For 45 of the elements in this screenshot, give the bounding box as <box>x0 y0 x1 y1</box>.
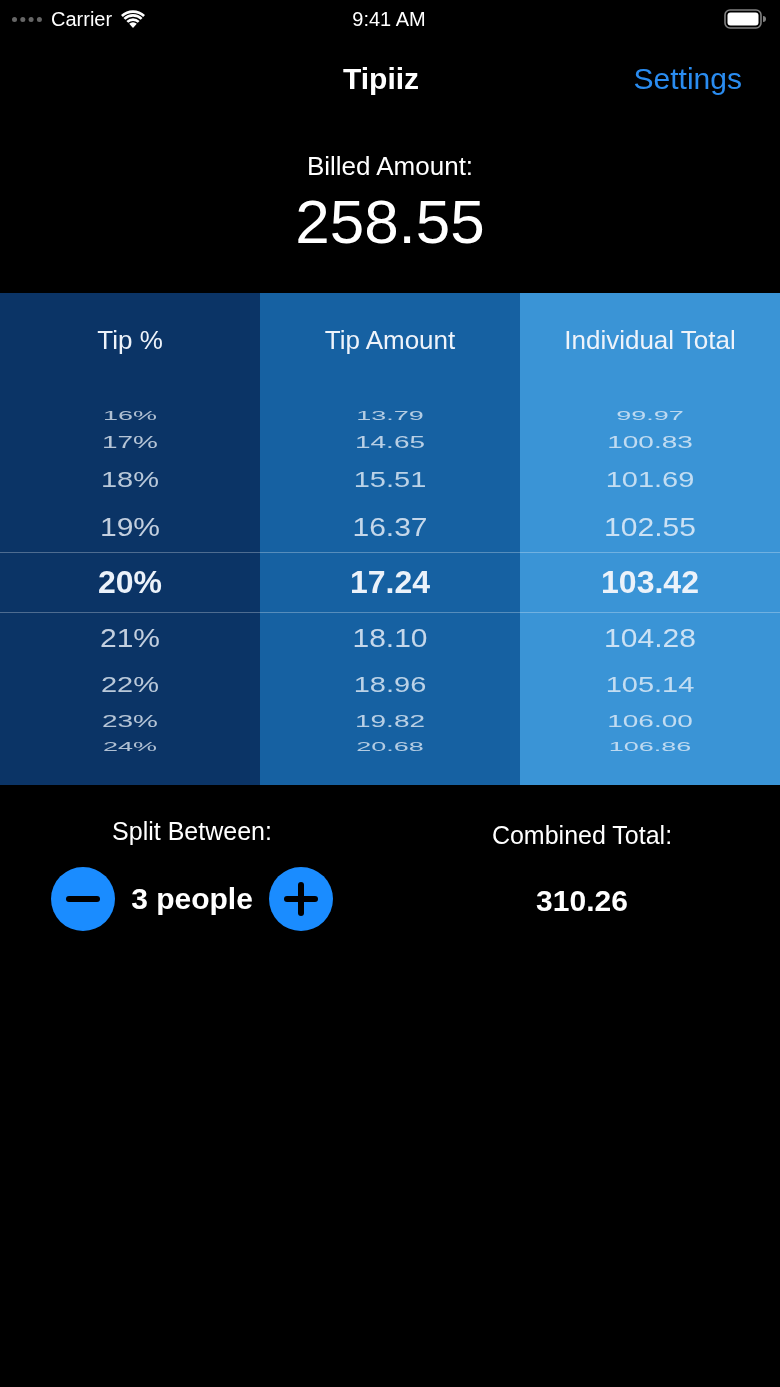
picker-row[interactable]: 105.14 <box>605 673 695 696</box>
battery-icon <box>724 9 766 29</box>
column-header: Tip % <box>97 324 163 356</box>
combined-total-value: 310.26 <box>536 883 628 919</box>
picker-row[interactable]: 18.96 <box>353 673 427 696</box>
picker-row[interactable]: 15.51 <box>353 468 427 491</box>
picker-row[interactable]: 16% <box>102 410 157 423</box>
picker-row[interactable]: 104.28 <box>604 624 696 651</box>
picker-row[interactable]: 17% <box>101 434 158 451</box>
picker-row[interactable]: 19.82 <box>354 713 426 730</box>
picker-row[interactable]: 103.42 <box>601 566 699 598</box>
picker-row[interactable]: 20% <box>97 566 162 598</box>
people-count: 3 people <box>131 881 253 917</box>
picker-row[interactable]: 16.37 <box>352 513 428 540</box>
picker-row[interactable]: 19% <box>99 513 160 540</box>
status-time: 9:41 AM <box>352 7 426 31</box>
picker-row[interactable]: 101.69 <box>605 468 695 491</box>
split-label: Split Between: <box>112 816 272 847</box>
column-header: Tip Amount <box>324 324 456 356</box>
picker-row[interactable]: 14.65 <box>354 434 426 451</box>
picker-row[interactable]: 102.55 <box>604 513 696 540</box>
settings-link[interactable]: Settings <box>633 61 742 97</box>
app-title: Tipiiz <box>342 61 420 97</box>
picker-row[interactable]: 99.97 <box>616 410 684 423</box>
picker-row[interactable]: 21% <box>99 624 160 651</box>
picker-row[interactable]: 18% <box>100 468 159 491</box>
minus-icon <box>66 896 101 902</box>
picker-row[interactable]: 106.00 <box>607 713 693 730</box>
combined-total-label: Combined Total: <box>491 820 673 851</box>
billed-amount-label: Billed Amount: <box>306 150 474 182</box>
picker-row[interactable]: 100.83 <box>607 434 693 451</box>
wifi-icon <box>121 10 146 28</box>
picker-row[interactable]: 18.10 <box>352 624 428 651</box>
picker-row[interactable]: 17.24 <box>349 566 431 598</box>
signal-icon <box>12 16 42 22</box>
picker-row[interactable]: 20.68 <box>356 741 424 754</box>
picker-row[interactable]: 106.86 <box>608 741 692 754</box>
picker-row[interactable]: 13.79 <box>356 410 424 423</box>
carrier-name: Carrier <box>51 7 113 31</box>
billed-amount-value[interactable]: 258.55 <box>295 186 485 258</box>
plus-icon <box>283 882 318 916</box>
picker-row[interactable]: 24% <box>102 741 157 754</box>
column-header: Individual Total <box>564 324 736 356</box>
picker-row[interactable]: 22% <box>100 673 159 696</box>
picker-row[interactable]: 23% <box>101 713 158 730</box>
